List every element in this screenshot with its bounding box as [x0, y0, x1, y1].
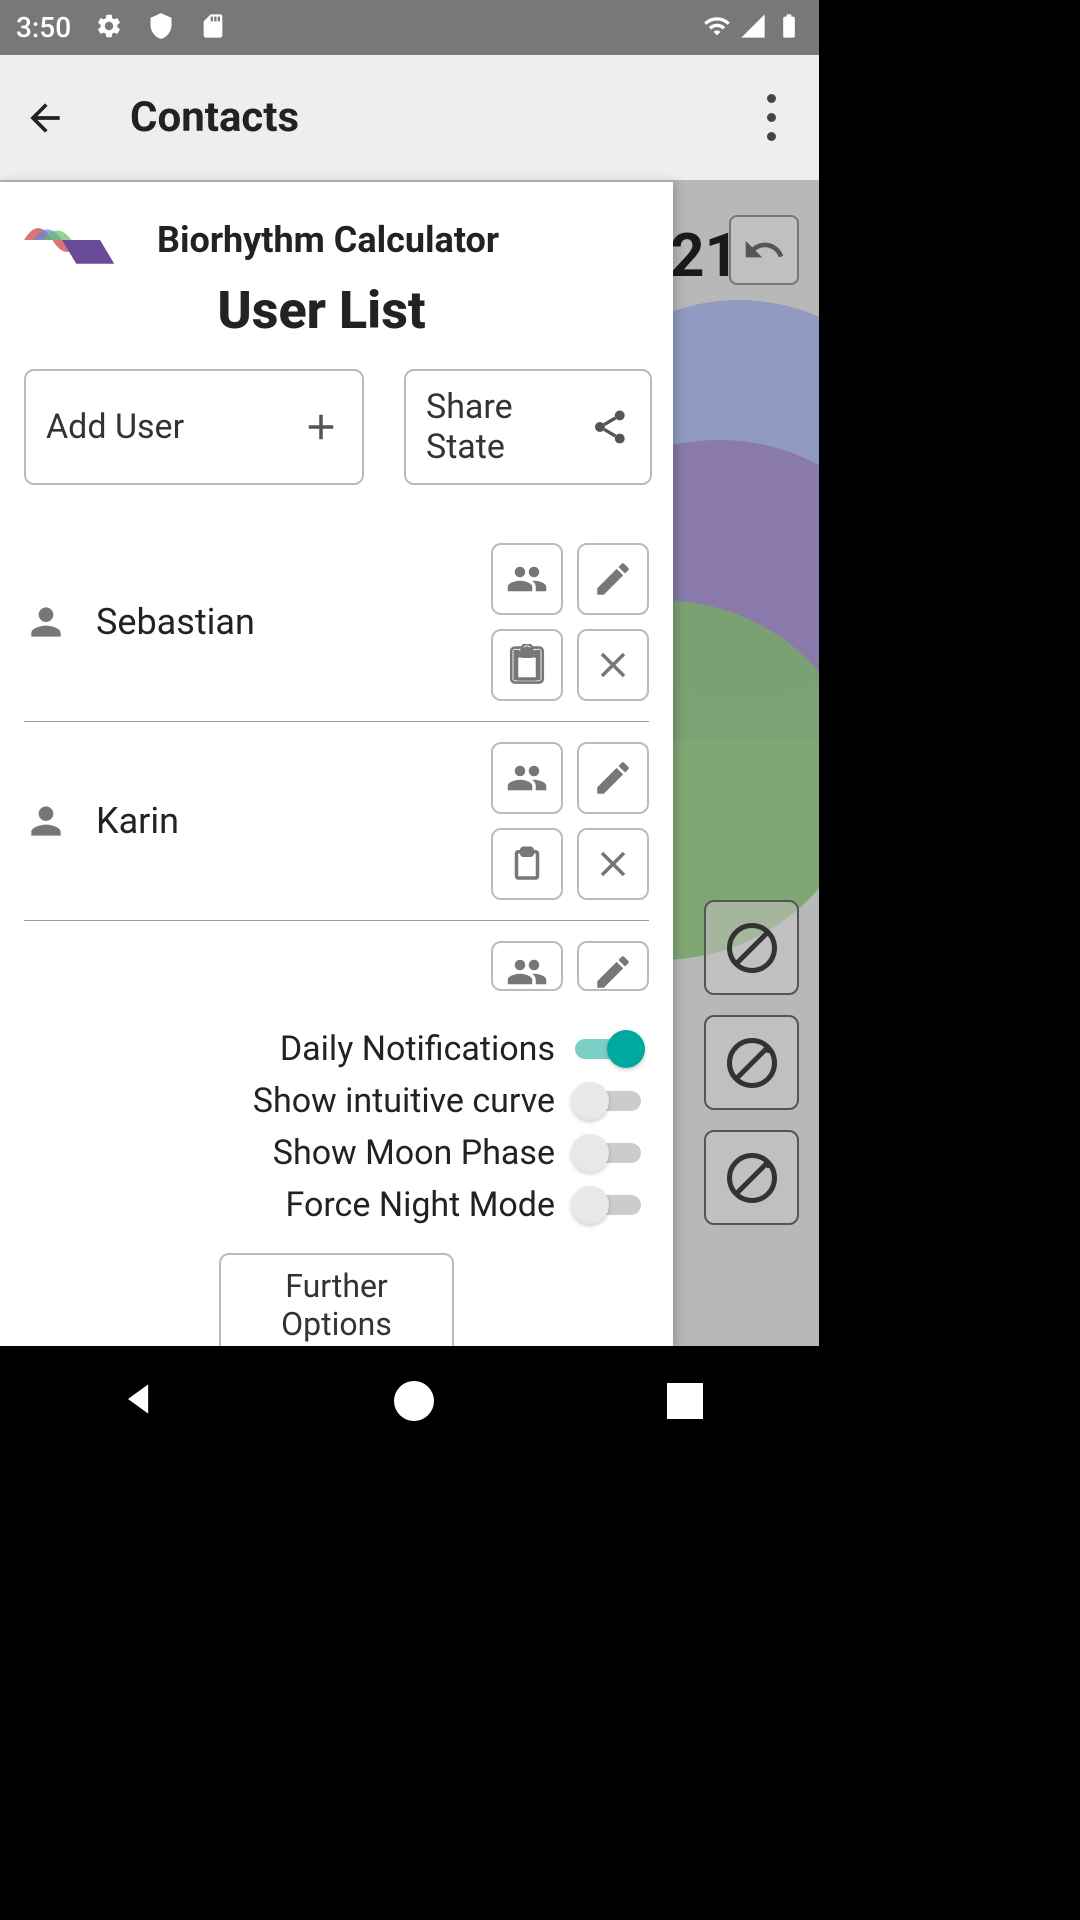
- plus-icon: [300, 406, 342, 448]
- battery-icon: [775, 12, 803, 44]
- toggle-label: Show Moon Phase: [273, 1133, 555, 1173]
- add-user-label: Add User: [46, 407, 184, 447]
- app-bar: Contacts: [0, 55, 819, 180]
- undo-icon: [742, 228, 786, 272]
- overflow-menu-button[interactable]: [751, 88, 791, 148]
- toggle-daily-notifications[interactable]: Daily Notifications: [24, 1029, 645, 1069]
- share-state-label: Share State: [426, 387, 590, 467]
- close-icon: [592, 843, 634, 885]
- status-bar: 3:50: [0, 0, 819, 55]
- edit-button[interactable]: [577, 941, 649, 991]
- clipboard-button[interactable]: [491, 828, 563, 900]
- toggle-intuitive-curve[interactable]: Show intuitive curve: [24, 1081, 645, 1121]
- triangle-back-icon: [117, 1377, 161, 1421]
- people-icon: [506, 558, 548, 600]
- signal-icon: [739, 12, 767, 44]
- gear-icon: [95, 12, 123, 44]
- pencil-icon: [592, 558, 634, 600]
- dot-icon: [767, 132, 776, 141]
- user-list-item[interactable]: Sebastian: [24, 523, 649, 722]
- toggle-night-mode[interactable]: Force Night Mode: [24, 1185, 645, 1225]
- edit-button[interactable]: [577, 742, 649, 814]
- nav-recent-button[interactable]: [667, 1383, 703, 1419]
- close-icon: [592, 644, 634, 686]
- pencil-icon: [592, 951, 634, 991]
- nav-back-button[interactable]: [117, 1377, 161, 1425]
- person-icon: [24, 799, 68, 843]
- people-icon: [506, 757, 548, 799]
- pencil-icon: [592, 757, 634, 799]
- app-logo-icon: [24, 210, 119, 270]
- edit-button[interactable]: [577, 543, 649, 615]
- navigation-bar: [0, 1346, 819, 1456]
- clipboard-button[interactable]: [491, 629, 563, 701]
- status-time: 3:50: [16, 11, 71, 44]
- compare-button[interactable]: [491, 742, 563, 814]
- nav-home-button[interactable]: [394, 1381, 434, 1421]
- toggle-label: Force Night Mode: [286, 1185, 555, 1225]
- shield-icon: [147, 12, 175, 44]
- person-icon: [24, 600, 68, 644]
- toggle-label: Daily Notifications: [280, 1029, 555, 1069]
- page-title: Contacts: [130, 93, 299, 142]
- people-icon: [506, 951, 548, 991]
- user-list-item[interactable]: Karin: [24, 722, 649, 921]
- share-icon: [590, 406, 630, 448]
- drawer-subtitle: User List: [0, 280, 649, 341]
- back-button[interactable]: [20, 93, 70, 143]
- clipboard-icon: [506, 644, 548, 686]
- square-recent-icon: [667, 1383, 703, 1419]
- compare-button[interactable]: [491, 941, 563, 991]
- delete-button[interactable]: [577, 828, 649, 900]
- wifi-icon: [703, 12, 731, 44]
- user-name: Sebastian: [96, 601, 255, 643]
- switch[interactable]: [571, 1029, 645, 1069]
- share-state-button[interactable]: Share State: [404, 369, 652, 485]
- compare-button[interactable]: [491, 543, 563, 615]
- delete-button[interactable]: [577, 629, 649, 701]
- switch[interactable]: [571, 1185, 645, 1225]
- drawer-title: Biorhythm Calculator: [157, 219, 499, 261]
- sd-card-icon: [199, 12, 227, 44]
- arrow-left-icon: [23, 96, 67, 140]
- clipboard-icon: [506, 843, 548, 885]
- circle-home-icon: [394, 1381, 434, 1421]
- user-list-item[interactable]: [24, 921, 649, 1011]
- toggle-moon-phase[interactable]: Show Moon Phase: [24, 1133, 645, 1173]
- switch[interactable]: [571, 1133, 645, 1173]
- add-user-button[interactable]: Add User: [24, 369, 364, 485]
- dot-icon: [767, 113, 776, 122]
- user-name: Karin: [96, 800, 179, 842]
- further-options-button[interactable]: Further Options: [219, 1253, 454, 1348]
- undo-button: [729, 215, 799, 285]
- drawer-panel: Biorhythm Calculator User List Add User …: [0, 182, 673, 1348]
- toggle-label: Show intuitive curve: [253, 1081, 555, 1121]
- switch[interactable]: [571, 1081, 645, 1121]
- dot-icon: [767, 94, 776, 103]
